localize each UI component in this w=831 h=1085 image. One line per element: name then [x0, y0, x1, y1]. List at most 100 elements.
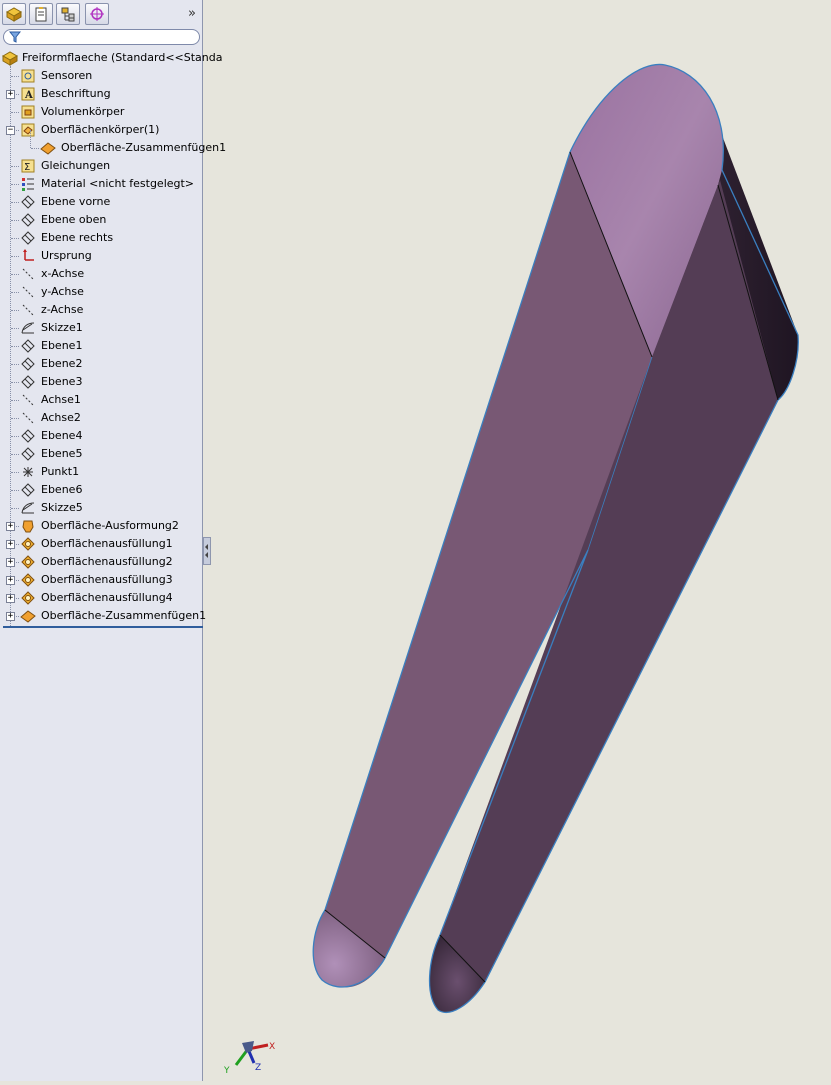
tree-item-label: Ebene vorne [41, 195, 111, 208]
tree-item-ebene2[interactable]: Ebene2 [0, 355, 203, 373]
surface-knit-icon [40, 140, 56, 156]
dimxpert-manager-tab[interactable] [85, 3, 109, 25]
tree-item-punkt1[interactable]: Punkt1 [0, 463, 203, 481]
tree-item-label: Ursprung [41, 249, 92, 262]
tree-connector [11, 364, 19, 365]
tree-item-oberflachenausfullung2[interactable]: + Oberflächenausfüllung2 [0, 553, 203, 571]
surface-loft-icon [20, 518, 36, 534]
expand-toggle[interactable]: + [6, 594, 15, 603]
tree-connector [11, 184, 19, 185]
tree-connector [11, 238, 19, 239]
configuration-manager-tab[interactable] [56, 3, 80, 25]
tree-item-x-achse[interactable]: x-Achse [0, 265, 203, 283]
rollback-bar[interactable] [3, 626, 203, 628]
tree-item-ebene4[interactable]: Ebene4 [0, 427, 203, 445]
tree-item-ebene1[interactable]: Ebene1 [0, 337, 203, 355]
tree-item-beschriftung[interactable]: + A Beschriftung [0, 85, 203, 103]
surface-knit-icon [20, 608, 36, 624]
tree-item-oberflachenausfullung3[interactable]: + Oberflächenausfüllung3 [0, 571, 203, 589]
tree-item-ebene6[interactable]: Ebene6 [0, 481, 203, 499]
surface-fill-icon [20, 590, 36, 606]
tree-item-oberflache-zusammenfugen1[interactable]: + Oberfläche-Zusammenfügen1 [0, 607, 207, 625]
tree-item-label: Skizze1 [41, 321, 83, 334]
tree-connector [11, 274, 19, 275]
tree-item-label: Punkt1 [41, 465, 80, 478]
sketch-icon [20, 320, 36, 336]
tree-connector [11, 382, 19, 383]
part-icon [1, 50, 19, 66]
tree-item-skizze1[interactable]: Skizze1 [0, 319, 203, 337]
collapse-toggle[interactable]: − [6, 126, 15, 135]
tree-item-ebene-vorne[interactable]: Ebene vorne [0, 193, 203, 211]
graphics-viewport[interactable] [204, 0, 831, 1081]
tree-filter-input[interactable] [3, 29, 200, 45]
surface-fill-icon [20, 536, 36, 552]
tree-item-ursprung[interactable]: Ursprung [0, 247, 203, 265]
plane-icon [20, 212, 36, 228]
tree-item-label: Oberflächenausfüllung3 [41, 573, 173, 586]
triad-y-label: Y [223, 1066, 230, 1076]
tree-item-label: Skizze5 [41, 501, 83, 514]
expand-panel-button[interactable]: » [185, 5, 199, 23]
tree-item-oberflachenausfullung4[interactable]: + Oberflächenausfüllung4 [0, 589, 203, 607]
expand-toggle[interactable]: + [6, 90, 15, 99]
tree-item-label: Oberfläche-Zusammenfügen1 [41, 609, 207, 622]
tree-item-ebene-oben[interactable]: Ebene oben [0, 211, 203, 229]
tree-item-ebene3[interactable]: Ebene3 [0, 373, 203, 391]
solid-body-icon [20, 104, 36, 120]
tree-item-material-nicht-festgelegt[interactable]: Material <nicht festgelegt> [0, 175, 203, 193]
point-icon [20, 464, 36, 480]
surface-fill-icon [20, 554, 36, 570]
tree-item-label: y-Achse [41, 285, 84, 298]
feature-manager-icon [5, 6, 23, 22]
tree-item-z-achse[interactable]: z-Achse [0, 301, 203, 319]
tree-item-label: Oberflächenkörper(1) [41, 123, 160, 136]
tree-item-label: Ebene3 [41, 375, 83, 388]
tree-item-label: Gleichungen [41, 159, 111, 172]
tree-item-label: Ebene6 [41, 483, 83, 496]
tree-item-skizze5[interactable]: Skizze5 [0, 499, 203, 517]
annotation-icon: A [20, 86, 36, 102]
feature-manager-panel: » Freiformflaeche (Standard<<Standa Senso… [0, 0, 226, 1081]
tree-connector [11, 472, 19, 473]
tree-item-oberflache-zusammenfugen1[interactable]: Oberfläche-Zusammenfügen1 [0, 130, 226, 157]
tree-item-achse2[interactable]: Achse2 [0, 409, 203, 427]
tree-item-ebene-rechts[interactable]: Ebene rechts [0, 229, 203, 247]
axis-icon [20, 284, 36, 300]
tree-item-y-achse[interactable]: y-Achse [0, 283, 203, 301]
plane-icon [20, 428, 36, 444]
tree-item-achse1[interactable]: Achse1 [0, 391, 203, 409]
plane-icon [20, 338, 36, 354]
tree-root-item[interactable]: Freiformflaeche (Standard<<Standa [0, 49, 223, 67]
tree-item-gleichungen[interactable]: Σ Gleichungen [0, 157, 203, 175]
plane-icon [20, 374, 36, 390]
tree-item-label: Oberfläche-Zusammenfügen1 [61, 141, 227, 154]
tree-connector [11, 166, 19, 167]
tree-item-label: x-Achse [41, 267, 85, 280]
tree-item-label: Ebene1 [41, 339, 83, 352]
tree-connector [30, 130, 31, 148]
tree-item-oberflache-ausformung2[interactable]: + Oberfläche-Ausformung2 [0, 517, 203, 535]
property-manager-icon [33, 6, 49, 22]
sensor-icon [20, 68, 36, 84]
tree-connector [11, 112, 19, 113]
triad-z-label: Z [255, 1063, 261, 1073]
tree-item-label: Oberflächenausfüllung2 [41, 555, 173, 568]
expand-toggle[interactable]: + [6, 522, 15, 531]
expand-toggle[interactable]: + [6, 558, 15, 567]
tree-item-label: Material <nicht festgelegt> [41, 177, 195, 190]
plane-icon [20, 446, 36, 462]
property-manager-tab[interactable] [29, 3, 53, 25]
feature-manager-tab[interactable] [2, 3, 26, 25]
dimxpert-icon [89, 6, 105, 22]
expand-toggle[interactable]: + [6, 540, 15, 549]
tree-connector [11, 490, 19, 491]
axis-icon [20, 266, 36, 282]
tree-item-volumenkorper[interactable]: Volumenkörper [0, 103, 203, 121]
expand-toggle[interactable]: + [6, 576, 15, 585]
expand-toggle[interactable]: + [6, 612, 15, 621]
surface-model[interactable] [204, 0, 831, 1081]
tree-item-ebene5[interactable]: Ebene5 [0, 445, 203, 463]
tree-item-oberflachenausfullung1[interactable]: + Oberflächenausfüllung1 [0, 535, 203, 553]
tree-item-sensoren[interactable]: Sensoren [0, 67, 203, 85]
